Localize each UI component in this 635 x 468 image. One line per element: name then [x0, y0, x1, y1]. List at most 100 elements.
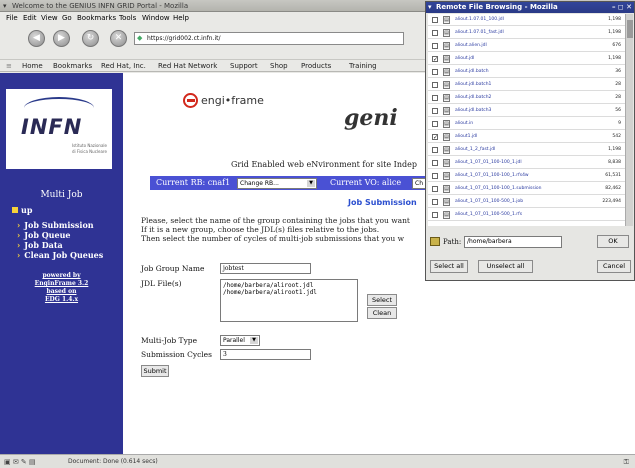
- multijob-type-select[interactable]: Parallel ▼: [220, 335, 260, 346]
- file-name[interactable]: aliout.in: [455, 121, 473, 126]
- cancel-button[interactable]: Cancel: [597, 260, 631, 273]
- menu-bookmarks[interactable]: Bookmarks: [77, 14, 116, 22]
- status-component-icons[interactable]: ▣ ✉ ✎ ▤: [4, 458, 36, 466]
- sidebar-item-job-queue[interactable]: › Job Queue: [17, 230, 70, 240]
- submission-cycles-input[interactable]: 3: [220, 349, 311, 360]
- file-name[interactable]: aliout.1.07.01_100.jdl: [455, 17, 504, 22]
- file-checkbox[interactable]: [432, 82, 438, 88]
- file-name[interactable]: aliout.alien.jdl: [455, 43, 487, 48]
- file-checkbox[interactable]: [432, 199, 438, 205]
- file-name[interactable]: aliout.jdl.batch2: [455, 95, 491, 100]
- file-checkbox[interactable]: ✓: [432, 56, 438, 63]
- menu-help[interactable]: Help: [173, 14, 189, 22]
- file-row[interactable]: ▤ aliout.1.07.01_fast.jdl 1,198: [428, 27, 625, 39]
- file-checkbox[interactable]: [432, 173, 438, 179]
- job-submission-link[interactable]: Job Submission: [348, 198, 417, 207]
- unselect-all-button[interactable]: Unselect all: [478, 260, 533, 273]
- file-name[interactable]: aliout.jdl.batch3: [455, 108, 491, 113]
- jdl-file-item[interactable]: /home/barbera/aliroot.jdl: [223, 282, 355, 289]
- file-name[interactable]: aliout.jdl.batch: [455, 69, 489, 74]
- security-lock-icon[interactable]: ⚿: [624, 458, 629, 467]
- path-input[interactable]: /home/barbera: [464, 236, 562, 248]
- bookmark-shop[interactable]: Shop: [270, 62, 288, 70]
- file-checkbox[interactable]: [432, 121, 438, 127]
- file-row[interactable]: ▤ aliout.alien.jdl 676: [428, 40, 625, 52]
- bookmark-training[interactable]: Training: [349, 62, 377, 70]
- file-name[interactable]: aliout.jdl: [455, 56, 474, 61]
- file-checkbox[interactable]: ✓: [432, 134, 438, 141]
- file-checkbox[interactable]: [432, 160, 438, 166]
- stop-button[interactable]: ✕: [110, 30, 127, 47]
- sidebar-item-job-data[interactable]: › Job Data: [17, 240, 63, 250]
- file-name[interactable]: aliout_1_07_01_100-500_1.rfs: [455, 212, 522, 217]
- submit-button[interactable]: Submit: [141, 365, 169, 377]
- job-group-input[interactable]: jobtest: [220, 263, 311, 274]
- scrollbar-thumb[interactable]: [627, 20, 633, 38]
- clean-button[interactable]: Clean: [367, 307, 397, 319]
- file-name[interactable]: aliout_1_07_01_100-100_1.submission: [455, 186, 542, 191]
- file-row[interactable]: ✓ ▤ aliout.jdl 1,198: [428, 53, 625, 65]
- bookmark-bookmarks[interactable]: Bookmarks: [53, 62, 92, 70]
- sidebar-item-job-submission[interactable]: › Job Submission: [17, 220, 94, 230]
- file-row[interactable]: ▤ aliout.1.07.01_100.jdl 1,198: [428, 14, 625, 26]
- file-row[interactable]: ▤ aliout_1_07_01_100-100_1.submission 82,4…: [428, 183, 625, 195]
- window-controls-icon[interactable]: – ◻ ✕: [612, 3, 632, 11]
- url-bar[interactable]: ◆ https://grid002.ct.infn.it/: [134, 32, 404, 45]
- file-checkbox[interactable]: [432, 95, 438, 101]
- url-text[interactable]: https://grid002.ct.infn.it/: [147, 35, 221, 42]
- jdl-file-item[interactable]: /home/barbera/aliroot1.jdl: [223, 289, 355, 296]
- file-name[interactable]: aliout_1_07_01_100-500_1.job: [455, 199, 523, 204]
- back-button[interactable]: ◀: [28, 30, 45, 47]
- file-row[interactable]: ▤ aliout_1_07_01_100-500_1.rfs: [428, 209, 625, 221]
- file-row[interactable]: ▤ aliout.jdl.batch 36: [428, 66, 625, 78]
- menu-edit[interactable]: Edit: [23, 14, 37, 22]
- menu-go[interactable]: Go: [62, 14, 72, 22]
- sidebar-item-clean-job-queues[interactable]: › Clean Job Queues: [17, 250, 103, 260]
- file-name[interactable]: aliout.1.07.01_fast.jdl: [455, 30, 504, 35]
- file-row[interactable]: ▤ aliout.jdl.batch1 28: [428, 79, 625, 91]
- forward-button[interactable]: ▶: [53, 30, 70, 47]
- edg-link[interactable]: EDG 1.4.x: [0, 296, 123, 303]
- menu-tools[interactable]: Tools: [119, 14, 136, 22]
- file-row[interactable]: ▤ aliout.jdl.batch2 28: [428, 92, 625, 104]
- file-row[interactable]: ▤ aliout.jdl.batch3 56: [428, 105, 625, 117]
- jdl-files-list[interactable]: /home/barbera/aliroot.jdl /home/barbera/…: [220, 279, 358, 322]
- menu-file[interactable]: File: [6, 14, 18, 22]
- file-row[interactable]: ▤ aliout_1_07_01_100-500_1.job 223,494: [428, 196, 625, 208]
- bookmark-support[interactable]: Support: [230, 62, 258, 70]
- file-checkbox[interactable]: [432, 186, 438, 192]
- menu-view[interactable]: View: [41, 14, 58, 22]
- bookmark-redhat-inc[interactable]: Red Hat, Inc.: [101, 62, 146, 70]
- bookmark-products[interactable]: Products: [301, 62, 331, 70]
- enginframe-link[interactable]: EnginFrame 3.2: [0, 280, 123, 287]
- sidebar-up-link[interactable]: up: [12, 205, 32, 215]
- file-row[interactable]: ▤ aliout_1_07_01_100-100_1.jdl 8,838: [428, 157, 625, 169]
- file-checkbox[interactable]: [432, 69, 438, 75]
- file-checkbox[interactable]: [432, 147, 438, 153]
- file-checkbox[interactable]: [432, 43, 438, 49]
- file-row[interactable]: ▤ aliout_1_07_01_100-100_1.rfs4w 61,531: [428, 170, 625, 182]
- ok-button[interactable]: OK: [597, 235, 629, 248]
- menu-window[interactable]: Window: [142, 14, 170, 22]
- file-checkbox[interactable]: [432, 17, 438, 23]
- select-all-button[interactable]: Select all: [430, 260, 468, 273]
- file-name[interactable]: aliout_1_07_01_100-100_1.rfs4w: [455, 173, 529, 178]
- file-checkbox[interactable]: [432, 212, 438, 218]
- file-name[interactable]: aliout_1_07_01_100-100_1.jdl: [455, 160, 522, 165]
- file-row[interactable]: ✓ ▤ aliout1.jdl 542: [428, 131, 625, 143]
- file-row[interactable]: ▤ aliout_1_2_fast.jdl 1,198: [428, 144, 625, 156]
- file-row[interactable]: ▤ aliout.in 9: [428, 118, 625, 130]
- file-name[interactable]: aliout.jdl.batch1: [455, 82, 491, 87]
- file-checkbox[interactable]: [432, 30, 438, 36]
- bookmark-home[interactable]: Home: [22, 62, 43, 70]
- file-name[interactable]: aliout1.jdl: [455, 134, 477, 139]
- file-name[interactable]: aliout_1_2_fast.jdl: [455, 147, 495, 152]
- popup-menu-icon[interactable]: ▾: [428, 3, 432, 11]
- change-rb-select[interactable]: Change RB... ▼: [237, 178, 317, 189]
- file-list-scrollbar[interactable]: [625, 14, 633, 226]
- file-checkbox[interactable]: [432, 108, 438, 114]
- select-button[interactable]: Select: [367, 294, 397, 306]
- window-menu-icon[interactable]: ▾: [3, 2, 7, 10]
- bookmark-redhat-network[interactable]: Red Hat Network: [158, 62, 217, 70]
- reload-button[interactable]: ↻: [82, 30, 99, 47]
